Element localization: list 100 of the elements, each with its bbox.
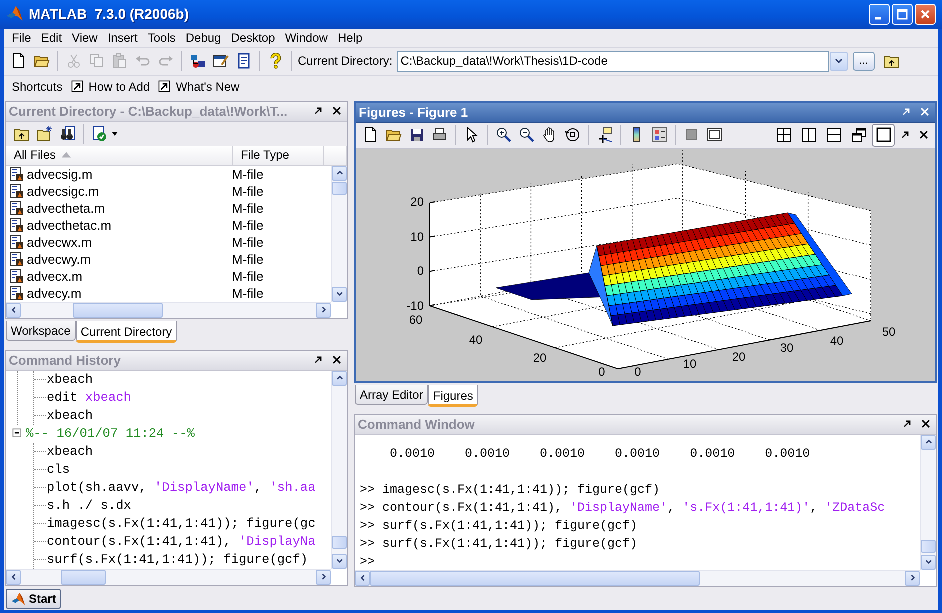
scrollbar-thumb[interactable] bbox=[61, 570, 106, 585]
file-type: M-file bbox=[232, 200, 264, 216]
menu-item[interactable]: Insert bbox=[102, 30, 143, 45]
dropdown-button[interactable] bbox=[830, 52, 848, 71]
file-type: M-file bbox=[232, 286, 264, 301]
axis-tick-label: 60 bbox=[409, 313, 423, 328]
menu-item[interactable]: Desktop bbox=[226, 30, 280, 45]
history-entry[interactable]: xbeach bbox=[34, 442, 331, 461]
column-header[interactable]: All Files bbox=[6, 146, 233, 165]
session-header: %-- 16/01/07 11:24 --% bbox=[26, 426, 195, 442]
maximize-icon bbox=[897, 8, 908, 20]
axis-tick-label: 0 bbox=[417, 264, 424, 278]
panel-title: Command Window bbox=[358, 416, 476, 432]
scroll-right-button[interactable] bbox=[316, 570, 331, 585]
command-line[interactable]: >> surf(s.Fx(1:41,1:41)); figure(gcf) bbox=[360, 534, 920, 553]
start-button[interactable]: Start bbox=[6, 589, 62, 610]
scroll-left-button[interactable] bbox=[355, 570, 370, 586]
history-entry[interactable]: imagesc(s.Fx(1:41,1:41)); figure(gc bbox=[34, 514, 331, 533]
file-name[interactable]: advecthetac.m bbox=[27, 218, 112, 233]
scroll-left-button[interactable] bbox=[6, 302, 21, 318]
tab[interactable]: Figures bbox=[428, 384, 478, 407]
history-entry[interactable]: surf(s.Fx(1:41,1:41)); figure(gcf) bbox=[34, 550, 331, 569]
command-line[interactable]: >> contour(s.Fx(1:41,1:41), 'DisplayName', 's.Fx(1:41,1:41)', 'ZDataSc bbox=[360, 498, 920, 517]
axis-tick-label: 20 bbox=[732, 350, 746, 364]
menu-item[interactable]: Edit bbox=[36, 30, 68, 45]
axis-tick-label: -10 bbox=[406, 299, 424, 314]
history-entry[interactable]: plot(sh.aavv, 'DisplayName', 'sh.aa bbox=[34, 478, 331, 497]
minimize-button[interactable] bbox=[869, 4, 890, 25]
vertical-scrollbar[interactable] bbox=[920, 434, 936, 570]
close-icon[interactable] bbox=[331, 105, 343, 118]
browse-button[interactable]: ... bbox=[852, 52, 875, 71]
file-type: M-file bbox=[232, 218, 264, 233]
scrollbar-thumb[interactable] bbox=[921, 540, 936, 553]
caret-icon[interactable] bbox=[111, 130, 119, 138]
scroll-left-button[interactable] bbox=[6, 570, 21, 585]
scrollbar-thumb[interactable] bbox=[73, 302, 163, 318]
column-header[interactable]: File Type bbox=[233, 146, 324, 165]
scroll-right-button[interactable] bbox=[316, 302, 331, 318]
close-icon[interactable] bbox=[920, 418, 932, 430]
tab[interactable]: Array Editor bbox=[355, 384, 428, 405]
vertical-scrollbar[interactable] bbox=[331, 166, 347, 302]
output-value: 0.0010 bbox=[765, 446, 810, 461]
single-window-icon[interactable] bbox=[872, 124, 895, 147]
history-entry[interactable]: xbeach bbox=[34, 406, 331, 425]
close-button[interactable] bbox=[915, 4, 936, 25]
file-name[interactable]: advecy.m bbox=[27, 286, 82, 301]
directory-field[interactable]: C:\Backup_data\!Work\Thesis\1D-code bbox=[396, 50, 829, 72]
axis-tick-label: 10 bbox=[410, 230, 424, 244]
menu-item[interactable]: View bbox=[67, 30, 103, 45]
m-file-icon bbox=[9, 268, 25, 284]
shortcuts-label: Shortcuts bbox=[12, 80, 63, 94]
history-entry[interactable]: contour(s.Fx(1:41,1:41), 'DisplayNa bbox=[34, 532, 331, 551]
output-value: 0.0010 bbox=[690, 446, 736, 461]
file-name[interactable]: advecsigc.m bbox=[27, 184, 100, 199]
file-type: M-file bbox=[232, 184, 264, 199]
command-line[interactable]: >> surf(s.Fx(1:41,1:41)); figure(gcf) bbox=[360, 516, 920, 535]
menu-item[interactable]: Debug bbox=[180, 30, 226, 45]
scrollbar-thumb[interactable] bbox=[332, 536, 347, 549]
history-entry[interactable]: xbeach bbox=[34, 370, 331, 389]
menu-item[interactable]: Window bbox=[280, 30, 333, 45]
file-name[interactable]: advectheta.m bbox=[27, 200, 106, 216]
scroll-down-button[interactable] bbox=[921, 554, 936, 570]
history-entry[interactable]: s.h ./ s.dx bbox=[34, 496, 331, 515]
matlab-logo-icon bbox=[11, 592, 26, 607]
menu-item[interactable]: File bbox=[7, 30, 36, 45]
file-name[interactable]: advecsig.m bbox=[27, 166, 93, 182]
vertical-scrollbar[interactable] bbox=[331, 370, 347, 569]
command-line[interactable]: >> bbox=[360, 552, 920, 570]
history-entry[interactable]: cls bbox=[34, 460, 331, 479]
scrollbar-thumb[interactable] bbox=[332, 182, 347, 195]
file-name[interactable]: advecwx.m bbox=[27, 234, 92, 250]
tab[interactable]: Current Directory bbox=[76, 320, 178, 343]
horizontal-scrollbar[interactable] bbox=[355, 570, 920, 586]
file-name[interactable]: advecx.m bbox=[27, 268, 83, 284]
close-icon[interactable] bbox=[331, 354, 343, 366]
close-icon[interactable] bbox=[918, 129, 930, 142]
menu-item[interactable]: Tools bbox=[142, 30, 181, 45]
scroll-right-button[interactable] bbox=[905, 570, 920, 586]
output-value: 0.0010 bbox=[615, 446, 660, 461]
output-value: 0.0010 bbox=[390, 446, 436, 461]
axis-tick-label: 30 bbox=[780, 341, 794, 356]
history-entry[interactable]: edit xbeach bbox=[34, 388, 331, 407]
menu-item[interactable]: Help bbox=[332, 30, 368, 45]
m-file-icon bbox=[9, 217, 25, 234]
horizontal-scrollbar[interactable] bbox=[6, 568, 331, 585]
scroll-up-button[interactable] bbox=[332, 166, 347, 181]
scroll-down-button[interactable] bbox=[332, 554, 347, 569]
scrollbar-thumb[interactable] bbox=[370, 570, 700, 586]
scroll-up-button[interactable] bbox=[921, 434, 936, 450]
file-name[interactable]: advecwy.m bbox=[27, 252, 92, 267]
command-line[interactable]: >> imagesc(s.Fx(1:41,1:41)); figure(gcf) bbox=[360, 480, 920, 499]
scroll-up-button[interactable] bbox=[332, 370, 347, 386]
tab[interactable]: Workspace bbox=[6, 320, 76, 341]
axis-tick-label: 0 bbox=[598, 365, 606, 380]
shortcut-link[interactable]: What's New bbox=[158, 80, 240, 94]
horizontal-scrollbar[interactable] bbox=[6, 302, 331, 318]
maximize-button[interactable] bbox=[892, 4, 913, 25]
directory-label: Current Directory: bbox=[298, 54, 393, 68]
scroll-down-button[interactable] bbox=[332, 286, 347, 302]
shortcut-link[interactable]: How to Add bbox=[70, 80, 150, 94]
